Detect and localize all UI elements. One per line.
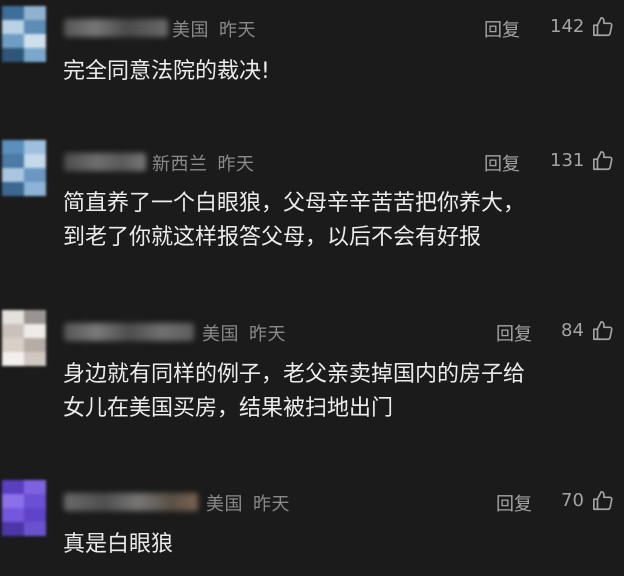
comment-meta: 美国 昨天	[206, 490, 290, 516]
comment-list: 美国 昨天 回复 142 完全同意法院的裁决! 新西兰 昨天 回复 131 简直…	[0, 0, 624, 576]
comment-location: 美国	[202, 324, 239, 345]
comment-text-line: 完全同意法院的裁决!	[63, 59, 270, 84]
reply-button[interactable]: 回复	[496, 490, 532, 516]
avatar[interactable]	[2, 310, 46, 366]
like-count: 131	[550, 150, 585, 171]
comment-text-line: 简直养了一个白眼狼，父母辛辛苦苦把你养大，	[63, 191, 526, 216]
thumbs-up-icon[interactable]	[592, 490, 614, 512]
avatar[interactable]	[2, 140, 46, 196]
comment-time: 昨天	[249, 324, 286, 345]
comment-location: 美国	[172, 20, 209, 41]
comment-meta: 新西兰 昨天	[152, 150, 255, 176]
like-count: 142	[550, 16, 585, 37]
thumbs-up-icon[interactable]	[592, 320, 614, 342]
comment-text: 真是白眼狼	[63, 528, 612, 562]
comment-time: 昨天	[219, 20, 256, 41]
comment-text-line: 真是白眼狼	[63, 532, 174, 557]
username-blurred[interactable]	[64, 153, 146, 171]
comment-time: 昨天	[217, 154, 255, 175]
like-count: 70	[561, 490, 584, 511]
avatar[interactable]	[2, 480, 46, 536]
username-blurred[interactable]	[64, 493, 198, 511]
reply-button[interactable]: 回复	[496, 320, 532, 346]
comment-meta: 美国 昨天	[202, 320, 286, 346]
comment-location: 新西兰	[152, 154, 208, 175]
avatar[interactable]	[2, 6, 46, 62]
comment-time: 昨天	[253, 494, 290, 515]
comment-text-line: 身边就有同样的例子，老父亲卖掉国内的房子给	[63, 362, 526, 387]
thumbs-up-icon[interactable]	[592, 16, 614, 38]
username-blurred[interactable]	[64, 323, 194, 341]
comment-item: 新西兰 昨天 回复 131 简直养了一个白眼狼，父母辛辛苦苦把你养大， 到老了你就…	[0, 134, 624, 284]
reply-button[interactable]: 回复	[484, 16, 520, 42]
comment-item: 美国 昨天 回复 84 身边就有同样的例子，老父亲卖掉国内的房子给 女儿在美国买房…	[0, 304, 624, 454]
comment-item: 美国 昨天 回复 142 完全同意法院的裁决!	[0, 0, 624, 120]
comment-meta: 美国 昨天	[172, 16, 256, 42]
username-blurred[interactable]	[64, 19, 168, 37]
comment-text: 简直养了一个白眼狼，父母辛辛苦苦把你养大， 到老了你就这样报答父母，以后不会有好…	[63, 187, 612, 255]
thumbs-up-icon[interactable]	[592, 150, 614, 172]
comment-location: 美国	[206, 494, 243, 515]
comment-text: 完全同意法院的裁决!	[63, 55, 612, 89]
comment-text: 身边就有同样的例子，老父亲卖掉国内的房子给 女儿在美国买房，结果被扫地出门	[63, 358, 612, 426]
reply-button[interactable]: 回复	[484, 150, 520, 176]
comment-text-line: 女儿在美国买房，结果被扫地出门	[63, 396, 394, 421]
comment-item: 美国 昨天 回复 70 真是白眼狼	[0, 474, 624, 576]
like-count: 84	[561, 320, 584, 341]
comment-text-line: 到老了你就这样报答父母，以后不会有好报	[63, 225, 482, 250]
